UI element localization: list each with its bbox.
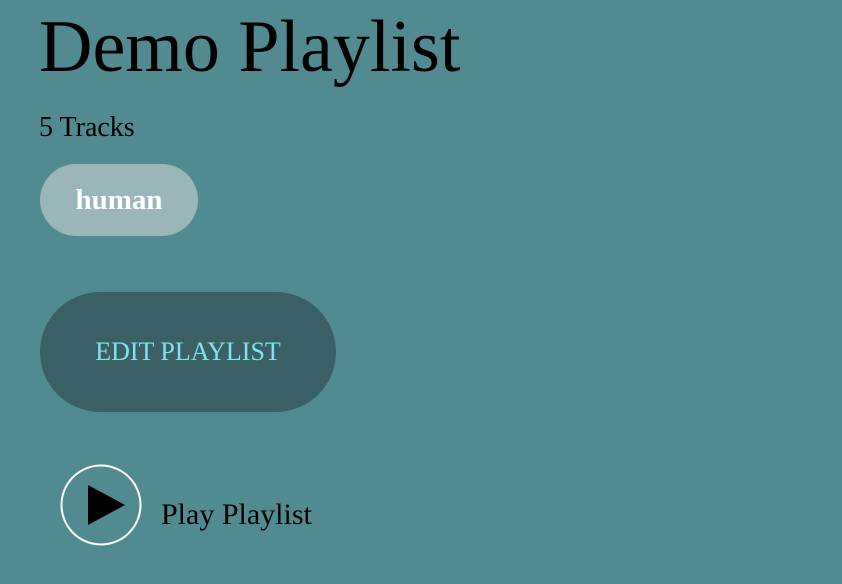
owner-badge: human (40, 164, 198, 236)
play-playlist-button[interactable]: Play Playlist (60, 464, 312, 546)
edit-playlist-button[interactable]: EDIT PLAYLIST (40, 292, 336, 412)
track-count: 5 Tracks (39, 112, 135, 143)
play-circle-icon[interactable] (60, 464, 142, 546)
play-playlist-label: Play Playlist (161, 498, 312, 531)
playlist-title: Demo Playlist (39, 6, 461, 88)
